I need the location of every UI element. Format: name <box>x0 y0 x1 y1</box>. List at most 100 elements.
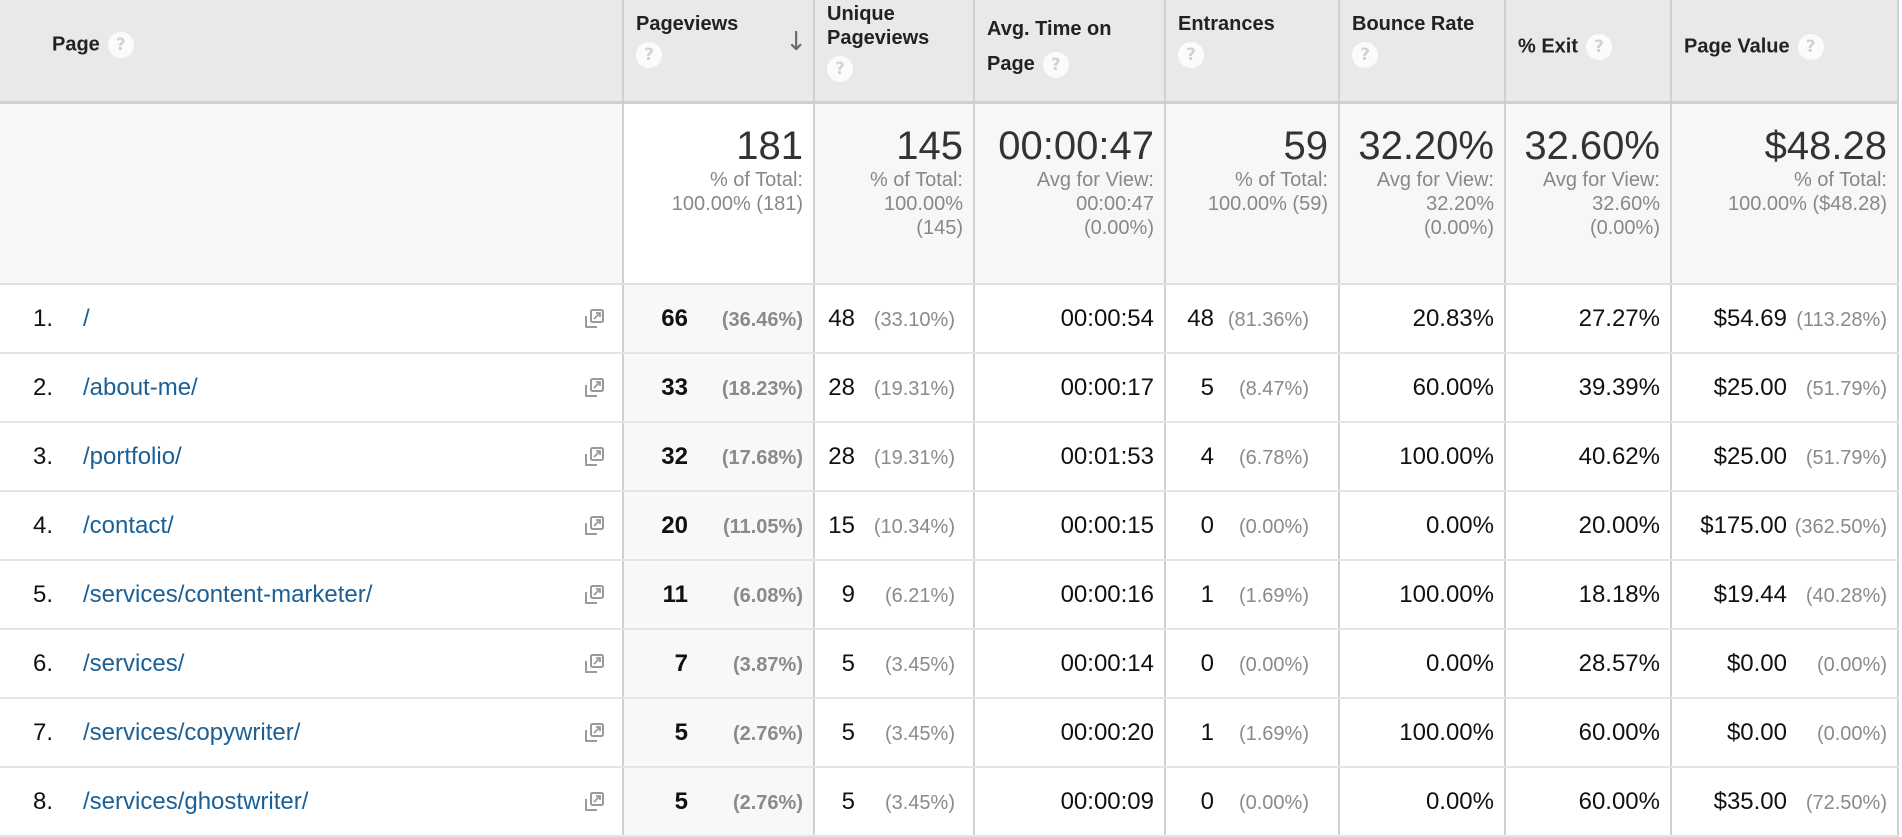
page-cell: 2. /about-me/ <box>0 353 624 423</box>
column-header-unique-pageviews[interactable]: Unique Pageviews ? <box>814 0 975 104</box>
open-in-new-window-icon[interactable] <box>582 721 606 745</box>
column-header-label: Page <box>987 53 1035 75</box>
unique-pageviews-value: 15 <box>828 511 855 539</box>
totals-bounce-rate: 32.20% Avg for View: 32.20% (0.00%) <box>1339 102 1506 285</box>
unique-pageviews-cell: 5 (3.45%) <box>814 698 975 768</box>
page-value-percent: (40.28%) <box>1805 584 1887 607</box>
page-link[interactable]: /about-me/ <box>83 374 198 401</box>
page-link[interactable]: /services/content-marketer/ <box>83 581 372 608</box>
avg-time-cell: 00:00:15 <box>974 491 1166 561</box>
column-header-entrances[interactable]: Entrances ? <box>1165 0 1340 104</box>
open-in-new-window-icon[interactable] <box>582 583 606 607</box>
entrances-cell: 5 (8.47%) <box>1165 353 1340 423</box>
entrances-value: 5 <box>1200 373 1214 401</box>
help-circle-icon[interactable]: ? <box>1042 51 1069 78</box>
entrances-cell: 48 (81.36%) <box>1165 284 1340 354</box>
entrances-value: 1 <box>1200 718 1214 746</box>
column-header-bounce-rate[interactable]: Bounce Rate ? <box>1339 0 1506 104</box>
entrances-percent: (6.78%) <box>1238 446 1309 469</box>
page-value-value: $0.00 <box>1726 649 1787 677</box>
pageviews-percent: (11.05%) <box>722 515 803 538</box>
pageviews-percent: (6.08%) <box>732 584 803 607</box>
help-circle-icon[interactable]: ? <box>1797 34 1824 60</box>
entrances-value: 0 <box>1200 511 1214 539</box>
column-header-page-value[interactable]: Page Value? <box>1671 0 1899 104</box>
page-value-cell: $54.69 (113.28%) <box>1671 284 1899 354</box>
column-header-page[interactable]: Page? <box>0 0 624 104</box>
column-header-pageviews[interactable]: Pageviews ? ↓ <box>623 0 815 104</box>
page-link[interactable]: /contact/ <box>83 512 174 539</box>
page-link[interactable]: /services/ghostwriter/ <box>83 788 308 815</box>
help-circle-icon[interactable]: ? <box>1352 42 1378 68</box>
exit-cell: 28.57% <box>1505 629 1672 699</box>
pageviews-percent: (36.46%) <box>721 308 803 331</box>
pageviews-percent: (3.87%) <box>732 653 803 676</box>
unique-pageviews-cell: 15 (10.34%) <box>814 491 975 561</box>
bounce-rate-cell: 100.00% <box>1339 422 1506 492</box>
page-value-cell: $0.00 (0.00%) <box>1671 698 1899 768</box>
entrances-value: 0 <box>1200 787 1214 815</box>
column-header-avg-time-on-page[interactable]: Avg. Time on Page? <box>974 0 1166 104</box>
page-value-value: $35.00 <box>1713 787 1787 815</box>
arrow-down-icon[interactable]: ↓ <box>785 29 807 55</box>
totals-empty-cell <box>0 102 624 285</box>
page-value-value: $25.00 <box>1713 442 1787 470</box>
column-header-label: Pageviews <box>636 13 739 35</box>
entrances-percent: (81.36%) <box>1227 308 1309 331</box>
exit-cell: 60.00% <box>1505 698 1672 768</box>
page-value-percent: (0.00%) <box>1816 722 1887 745</box>
open-in-new-window-icon[interactable] <box>582 514 606 538</box>
help-circle-icon[interactable]: ? <box>1586 34 1613 60</box>
header-row: Page? Pageviews ? ↓ Unique Pageviews ? A… <box>0 0 1899 104</box>
exit-cell: 18.18% <box>1505 560 1672 630</box>
row-index: 8. <box>33 787 54 815</box>
page-link[interactable]: /services/copywriter/ <box>83 719 300 746</box>
open-in-new-window-icon[interactable] <box>582 376 606 400</box>
page-value-percent: (113.28%) <box>1796 308 1887 331</box>
help-circle-icon[interactable]: ? <box>827 56 853 82</box>
open-in-new-window-icon[interactable] <box>582 307 606 331</box>
column-header-exit[interactable]: % Exit? <box>1505 0 1672 104</box>
page-value-value: $54.69 <box>1713 304 1787 332</box>
entrances-cell: 0 (0.00%) <box>1165 491 1340 561</box>
open-in-new-window-icon[interactable] <box>582 445 606 469</box>
page-cell: 6. /services/ <box>0 629 624 699</box>
pageviews-value: 11 <box>662 580 688 608</box>
exit-cell: 27.27% <box>1505 284 1672 354</box>
table-row: 7. /services/copywriter/ 5 (2.76%) 5 (3.45… <box>0 698 1899 768</box>
bounce-rate-cell: 0.00% <box>1339 491 1506 561</box>
page-value-cell: $19.44 (40.28%) <box>1671 560 1899 630</box>
column-header-label: Unique <box>827 3 895 25</box>
unique-pageviews-percent: (19.31%) <box>873 446 955 469</box>
pageviews-value: 20 <box>661 511 688 539</box>
bounce-rate-cell: 0.00% <box>1339 629 1506 699</box>
page-link[interactable]: /services/ <box>83 650 184 677</box>
table-row: 4. /contact/ 20 (11.05%) 15 (10.34%) 00:00… <box>0 491 1899 561</box>
unique-pageviews-value: 28 <box>828 442 855 470</box>
page-link[interactable]: /portfolio/ <box>83 443 182 470</box>
unique-pageviews-percent: (33.10%) <box>873 308 955 331</box>
column-header-label: Entrances <box>1178 13 1275 35</box>
help-circle-icon[interactable]: ? <box>107 32 134 58</box>
row-index: 4. <box>33 511 54 539</box>
help-circle-icon[interactable]: ? <box>1178 42 1204 68</box>
unique-pageviews-percent: (3.45%) <box>884 722 955 745</box>
totals-unique-pageviews: 145 % of Total: 100.00% (145) <box>814 102 975 285</box>
unique-pageviews-cell: 28 (19.31%) <box>814 422 975 492</box>
pageviews-cell: 66 (36.46%) <box>623 284 815 354</box>
open-in-new-window-icon[interactable] <box>582 790 606 814</box>
unique-pageviews-cell: 5 (3.45%) <box>814 629 975 699</box>
page-value-value: $175.00 <box>1700 511 1787 539</box>
pageviews-cell: 7 (3.87%) <box>623 629 815 699</box>
page-link[interactable]: / <box>83 305 90 332</box>
page-value-cell: $0.00 (0.00%) <box>1671 629 1899 699</box>
open-in-new-window-icon[interactable] <box>582 652 606 676</box>
pageviews-percent: (2.76%) <box>732 722 803 745</box>
unique-pageviews-value: 48 <box>828 304 855 332</box>
help-circle-icon[interactable]: ? <box>636 42 662 68</box>
entrances-value: 4 <box>1200 442 1214 470</box>
unique-pageviews-cell: 48 (33.10%) <box>814 284 975 354</box>
pageviews-value: 7 <box>674 649 688 677</box>
entrances-value: 48 <box>1187 304 1214 332</box>
unique-pageviews-value: 5 <box>841 649 855 677</box>
